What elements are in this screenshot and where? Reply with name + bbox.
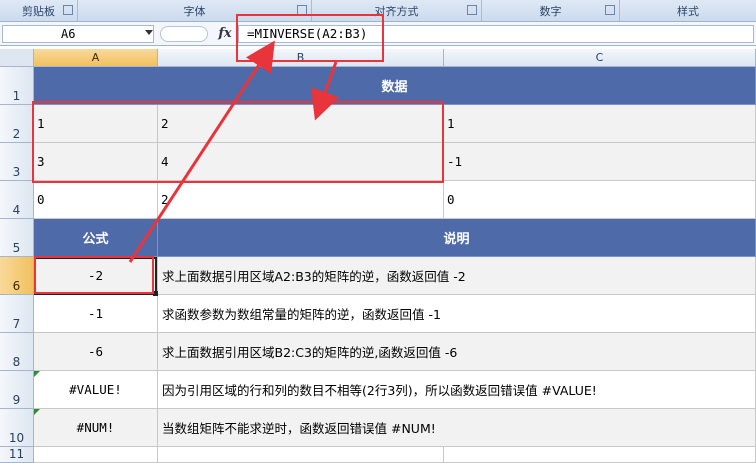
arrow-result-to-formula xyxy=(128,40,275,263)
arrow-formula-to-range xyxy=(310,61,340,121)
annotation-arrows xyxy=(128,40,340,263)
